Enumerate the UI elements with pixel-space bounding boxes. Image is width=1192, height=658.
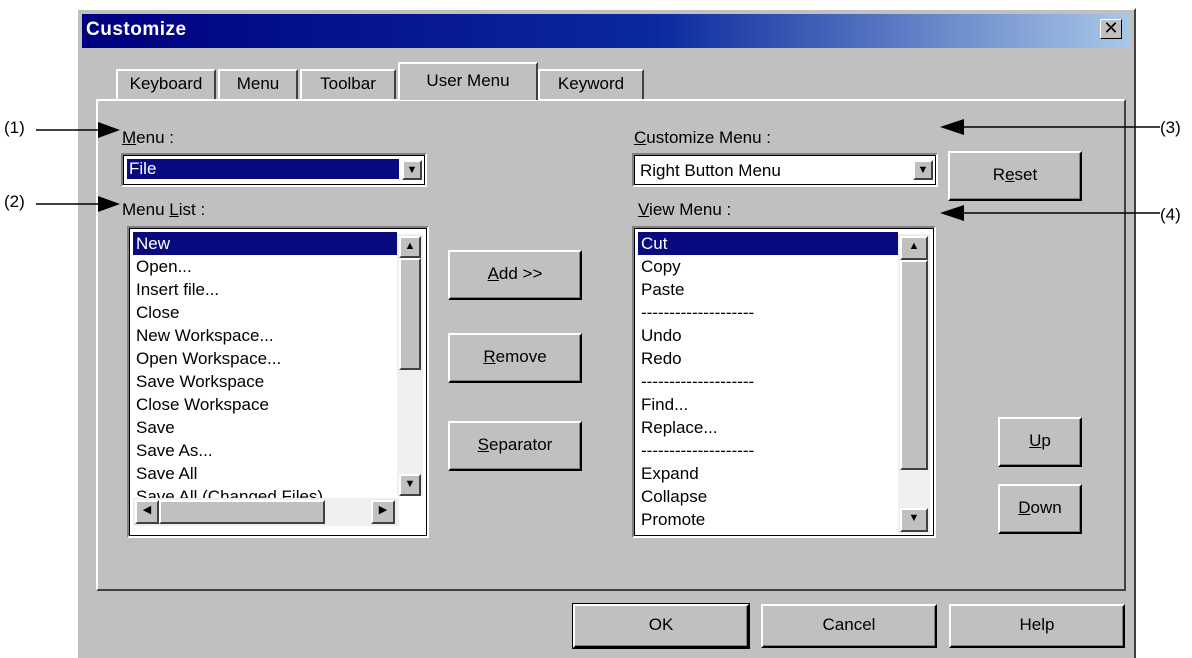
tab-label: Menu xyxy=(236,74,280,93)
list-item[interactable]: Cut xyxy=(638,232,898,255)
customize-menu-combobox[interactable]: Right Button Menu ▼ xyxy=(632,153,938,187)
list-item[interactable]: Insert file... xyxy=(133,278,397,301)
tab-label: Toolbar xyxy=(320,74,376,93)
vertical-scroll-thumb[interactable] xyxy=(900,260,928,470)
callout-3-arrow xyxy=(940,119,1160,135)
help-button[interactable]: Help xyxy=(949,604,1125,648)
scroll-up-icon[interactable]: ▲ xyxy=(399,236,421,258)
menu-combobox-value: File xyxy=(127,159,399,179)
callout-2-arrow xyxy=(36,196,120,212)
tab-user-menu[interactable]: User Menu xyxy=(398,62,538,100)
tab-keyboard[interactable]: Keyboard xyxy=(116,69,216,99)
list-item[interactable]: Collapse xyxy=(638,485,898,508)
title-bar xyxy=(82,14,1130,48)
list-item[interactable]: Undo xyxy=(638,324,898,347)
list-item[interactable]: Open Workspace... xyxy=(133,347,397,370)
list-item[interactable]: Save As... xyxy=(133,439,397,462)
tab-label: Keyboard xyxy=(129,74,203,93)
menu-label: Menu : xyxy=(122,128,174,147)
list-item[interactable]: Save All xyxy=(133,462,397,485)
tab-label: Keyword xyxy=(557,74,625,93)
close-button[interactable]: ✕ xyxy=(1100,19,1122,39)
separator-button[interactable]: Separator xyxy=(448,421,582,471)
chevron-down-icon[interactable]: ▼ xyxy=(913,160,933,180)
down-button[interactable]: Down xyxy=(998,484,1082,534)
list-item[interactable]: Close xyxy=(133,301,397,324)
list-item[interactable]: -------------------- xyxy=(638,370,898,393)
view-menu-listbox[interactable]: Cut Copy Paste -------------------- Undo… xyxy=(632,226,936,538)
customize-menu-value: Right Button Menu xyxy=(640,161,781,180)
menu-list-items: New Open... Insert file... Close New Wor… xyxy=(133,232,397,512)
list-item[interactable]: Close Workspace xyxy=(133,393,397,416)
callout-1-arrow xyxy=(36,122,120,138)
tab-label: User Menu xyxy=(426,71,510,90)
ok-button[interactable]: OK xyxy=(572,603,750,649)
reset-button[interactable]: Reset xyxy=(948,151,1082,201)
scroll-right-icon[interactable]: ▶ xyxy=(371,500,395,524)
list-item[interactable]: Save Workspace xyxy=(133,370,397,393)
menu-list-label: Menu List : xyxy=(122,200,206,219)
vertical-scroll-thumb[interactable] xyxy=(399,258,421,370)
callout-2: (2) xyxy=(4,192,25,211)
scroll-left-icon[interactable]: ◀ xyxy=(135,500,159,524)
add-button[interactable]: Add >> xyxy=(448,250,582,300)
tab-menu[interactable]: Menu xyxy=(218,69,298,99)
menu-listbox[interactable]: New Open... Insert file... Close New Wor… xyxy=(127,226,429,538)
view-menu-label: View Menu : xyxy=(638,200,732,219)
remove-button[interactable]: Remove xyxy=(448,333,582,383)
view-menu-items: Cut Copy Paste -------------------- Undo… xyxy=(638,232,898,534)
scroll-down-icon[interactable]: ▼ xyxy=(399,474,421,496)
callout-3: (3) xyxy=(1160,118,1181,137)
list-item[interactable]: Expand xyxy=(638,462,898,485)
chevron-down-icon[interactable]: ▼ xyxy=(402,160,422,180)
list-item[interactable]: -------------------- xyxy=(638,301,898,324)
horizontal-scroll-thumb[interactable] xyxy=(159,500,325,524)
list-item[interactable]: Paste xyxy=(638,278,898,301)
window-title: Customize xyxy=(86,19,187,40)
callout-4-arrow xyxy=(940,205,1160,221)
callout-4: (4) xyxy=(1160,205,1181,224)
callout-1: (1) xyxy=(4,118,25,137)
list-item[interactable]: -------------------- xyxy=(638,439,898,462)
tab-keyword[interactable]: Keyword xyxy=(538,69,644,99)
up-button[interactable]: Up xyxy=(998,417,1082,467)
list-item[interactable]: Open... xyxy=(133,255,397,278)
scroll-up-icon[interactable]: ▲ xyxy=(900,236,928,260)
list-item[interactable]: Find... xyxy=(638,393,898,416)
list-item[interactable]: Copy xyxy=(638,255,898,278)
list-item[interactable]: Save xyxy=(133,416,397,439)
list-item[interactable]: Replace... xyxy=(638,416,898,439)
tab-toolbar[interactable]: Toolbar xyxy=(300,69,396,99)
list-item[interactable]: New Workspace... xyxy=(133,324,397,347)
list-item[interactable]: Redo xyxy=(638,347,898,370)
close-icon: ✕ xyxy=(1103,18,1119,38)
list-item[interactable]: Promote xyxy=(638,508,898,531)
cancel-button[interactable]: Cancel xyxy=(761,604,937,648)
menu-combobox[interactable]: File ▼ xyxy=(121,153,427,187)
customize-menu-label: Customize Menu : xyxy=(634,128,772,147)
scroll-down-icon[interactable]: ▼ xyxy=(900,508,928,532)
list-item[interactable]: New xyxy=(133,232,397,255)
